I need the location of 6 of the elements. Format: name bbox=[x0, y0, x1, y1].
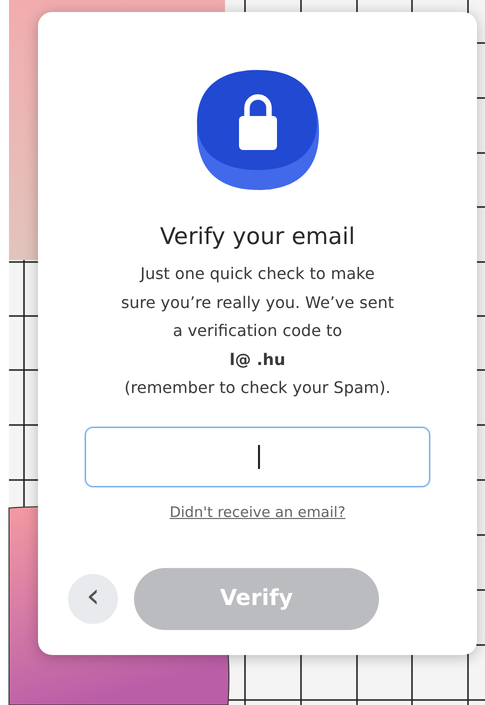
dialog-title: Verify your email bbox=[160, 223, 356, 252]
code-input-field[interactable] bbox=[85, 426, 430, 486]
back-button[interactable]: ‹ bbox=[68, 574, 118, 624]
resend-email-link[interactable]: Didn't receive an email? bbox=[170, 504, 346, 520]
lock-icon bbox=[196, 70, 318, 192]
instruction-text: Just one quick check to make sure you’re really you. We’ve sent a verification code to l@ .hu (remember to check your Spam). bbox=[121, 263, 394, 399]
